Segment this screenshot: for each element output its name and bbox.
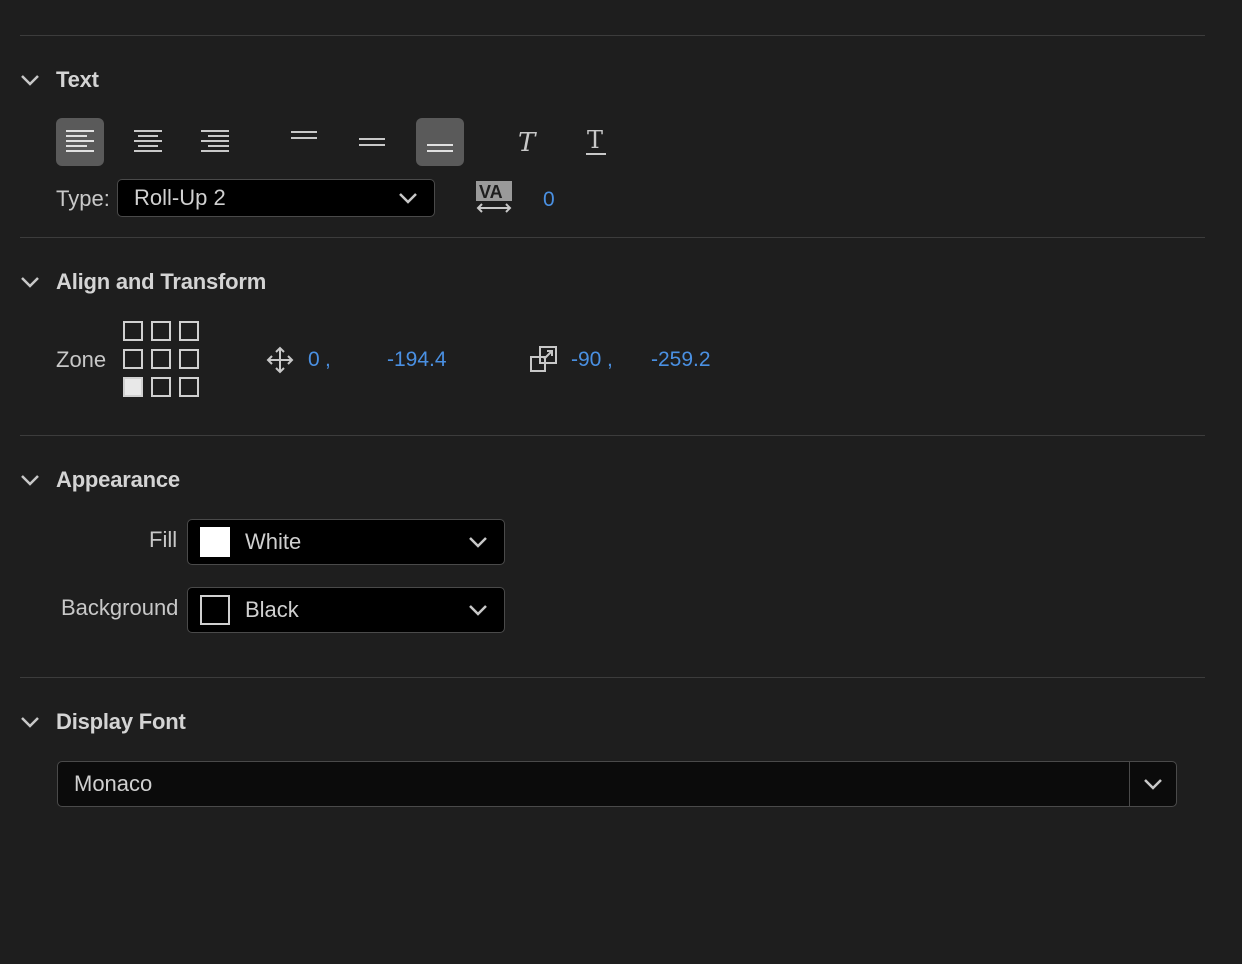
divider: [20, 677, 1205, 678]
divider: [20, 237, 1205, 238]
chevron-down-icon[interactable]: [20, 473, 40, 487]
italic-button[interactable]: T: [503, 118, 551, 166]
zone-top-left[interactable]: [123, 321, 143, 341]
fill-color-swatch: [200, 527, 230, 557]
size-separator: ,: [607, 348, 613, 371]
background-value: Black: [245, 597, 299, 622]
chevron-down-icon[interactable]: [1130, 777, 1176, 791]
align-left-icon: [66, 130, 94, 152]
size-x-value[interactable]: -90: [571, 348, 601, 372]
display-font-dropdown[interactable]: Monaco: [57, 761, 1177, 807]
align-right-button[interactable]: [191, 118, 239, 166]
align-right-icon: [201, 130, 229, 152]
display-font-value: Monaco: [74, 771, 153, 796]
vertical-top-icon: [291, 131, 317, 139]
section-header-text[interactable]: Text: [20, 65, 99, 95]
chevron-down-icon: [398, 191, 418, 205]
chevron-down-icon: [468, 535, 488, 549]
section-header-align-transform[interactable]: Align and Transform: [20, 267, 266, 297]
section-header-display-font[interactable]: Display Font: [20, 707, 186, 737]
zone-label: Zone: [56, 347, 107, 372]
chevron-down-icon[interactable]: [20, 275, 40, 289]
background-dropdown[interactable]: Black: [187, 587, 505, 633]
fill-label: Fill: [149, 527, 178, 552]
align-center-button[interactable]: [124, 118, 172, 166]
position-top-button[interactable]: [280, 112, 328, 160]
chevron-down-icon[interactable]: [20, 73, 40, 87]
position-separator: ,: [325, 348, 331, 371]
svg-text:T: T: [587, 127, 603, 154]
resize-icon: [529, 345, 559, 378]
svg-text:VA: VA: [479, 182, 503, 202]
align-center-icon: [134, 130, 162, 152]
position-middle-button[interactable]: [348, 118, 396, 166]
section-header-appearance[interactable]: Appearance: [20, 465, 180, 495]
section-title: Appearance: [56, 467, 180, 492]
tracking-value[interactable]: 0: [543, 188, 555, 212]
section-title: Text: [56, 67, 99, 92]
zone-top-right[interactable]: [179, 321, 199, 341]
vertical-middle-icon: [359, 138, 385, 146]
section-title: Align and Transform: [56, 269, 267, 294]
background-color-swatch: [200, 595, 230, 625]
size-y-value[interactable]: -259.2: [651, 348, 711, 372]
divider: [20, 435, 1205, 436]
section-title: Display Font: [56, 709, 186, 734]
fill-dropdown[interactable]: White: [187, 519, 505, 565]
position-bottom-button[interactable]: [416, 118, 464, 166]
chevron-down-icon: [468, 603, 488, 617]
type-label: Type:: [56, 186, 110, 211]
italic-icon: T: [518, 129, 537, 155]
zone-bottom-right[interactable]: [179, 377, 199, 397]
underline-icon: T: [586, 127, 606, 155]
zone-middle-left[interactable]: [123, 349, 143, 369]
background-label: Background: [61, 595, 179, 620]
zone-top-center[interactable]: [151, 321, 171, 341]
zone-middle-center[interactable]: [151, 349, 171, 369]
underline-button[interactable]: T: [572, 118, 620, 166]
zone-bottom-left[interactable]: [123, 377, 143, 397]
type-dropdown[interactable]: Roll-Up 2: [117, 179, 435, 217]
svg-text:T: T: [518, 129, 537, 155]
move-icon: [266, 346, 294, 379]
divider-top: [20, 35, 1205, 36]
position-x-value[interactable]: 0: [308, 348, 320, 372]
align-left-button[interactable]: [56, 118, 104, 166]
zone-middle-right[interactable]: [179, 349, 199, 369]
zone-grid: [123, 321, 199, 397]
fill-value: White: [245, 529, 302, 554]
type-value: Roll-Up 2: [134, 185, 226, 210]
vertical-bottom-icon: [427, 144, 453, 152]
zone-bottom-center[interactable]: [151, 377, 171, 397]
chevron-down-icon[interactable]: [20, 715, 40, 729]
tracking-icon: VA: [475, 180, 513, 219]
position-y-value[interactable]: -194.4: [387, 348, 447, 372]
